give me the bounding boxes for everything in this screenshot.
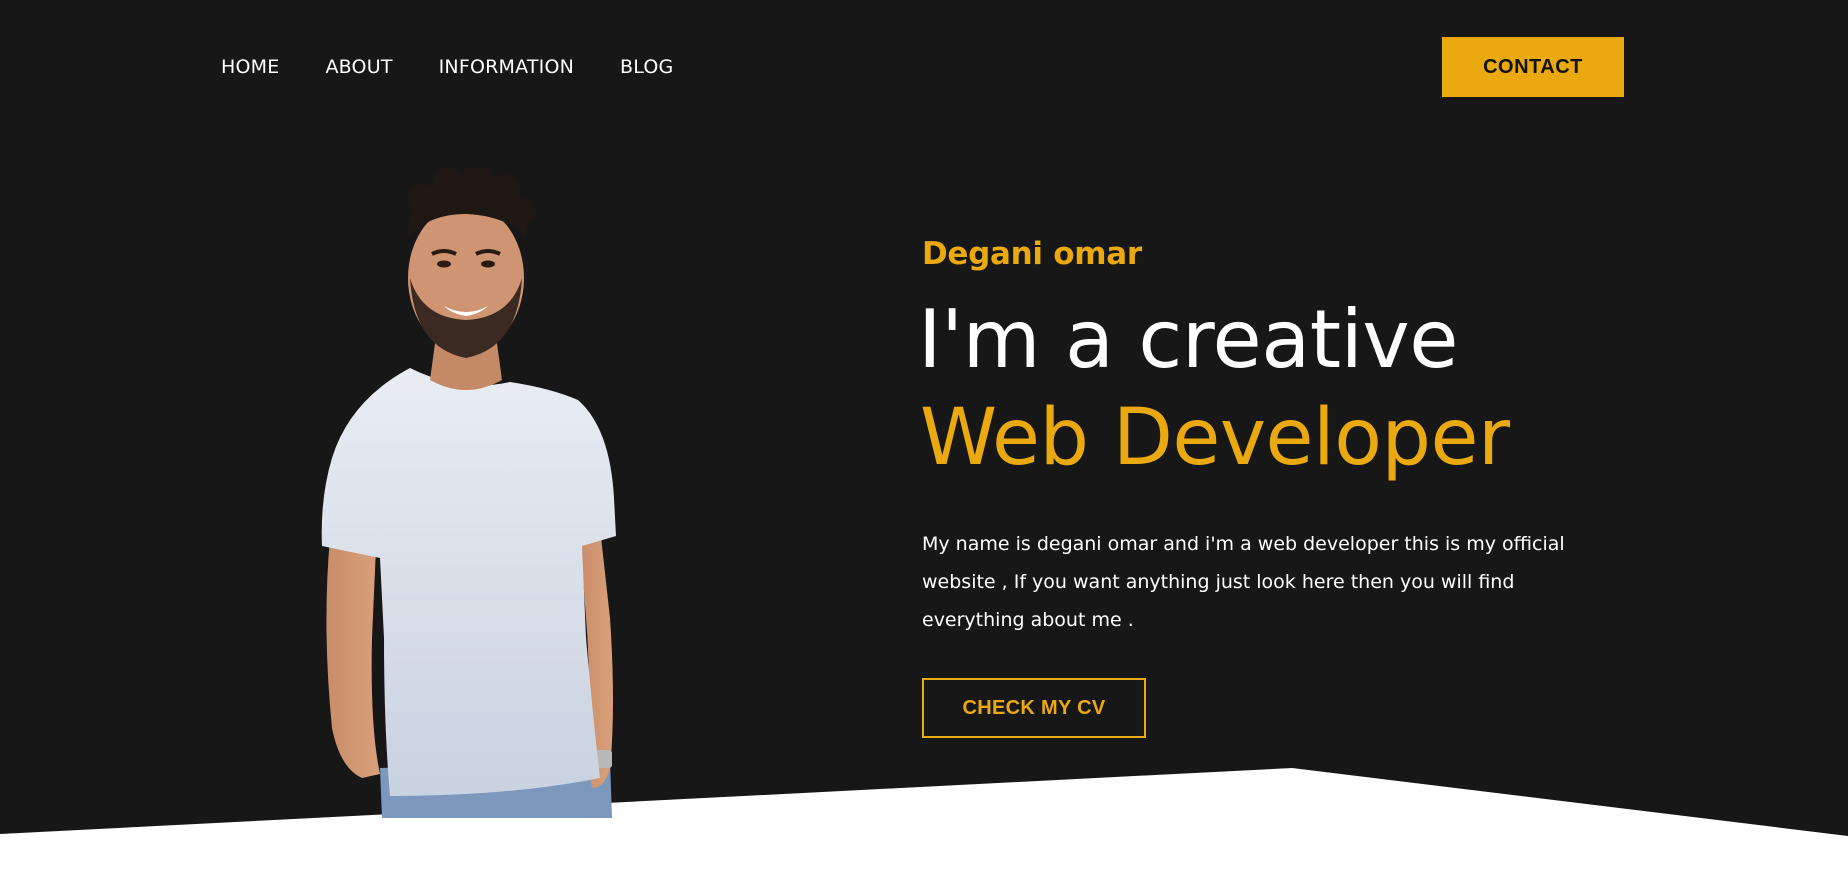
hero-intro-text: My name is degani omar and i'm a web dev… xyxy=(922,525,1622,639)
intro-line-2: website , If you want anything just look… xyxy=(922,571,1515,593)
contact-button[interactable]: CONTACT xyxy=(1442,37,1624,97)
portrait-photo xyxy=(321,168,616,818)
check-cv-button[interactable]: CHECK MY CV xyxy=(922,678,1146,738)
hero-headline-line2: Web Developer xyxy=(920,393,1510,483)
main-nav: HOME ABOUT INFORMATION BLOG xyxy=(221,52,719,82)
nav-blog-link[interactable]: BLOG xyxy=(620,52,673,82)
hero-headline-line1: I'm a creative xyxy=(918,293,1458,386)
hero-name: Degani omar xyxy=(922,236,1142,272)
intro-line-3: everything about me . xyxy=(922,609,1134,631)
intro-line-1: My name is degani omar and i'm a web dev… xyxy=(922,533,1565,555)
nav-home-link[interactable]: HOME xyxy=(221,52,279,82)
nav-about-link[interactable]: ABOUT xyxy=(325,52,392,82)
hero-section: HOME ABOUT INFORMATION BLOG CONTACT Dega… xyxy=(0,0,1848,886)
nav-information-link[interactable]: INFORMATION xyxy=(439,52,574,82)
